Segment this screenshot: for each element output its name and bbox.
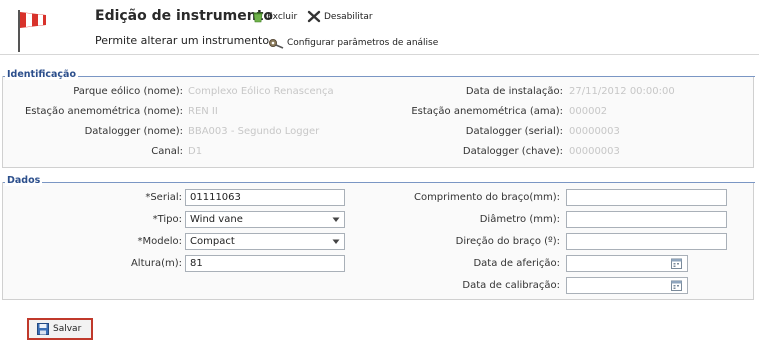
channel-label: Canal: — [151, 146, 183, 157]
station-ama-value: 000002 — [569, 106, 608, 117]
arm-length-label: Comprimento do braço(mm): — [413, 192, 560, 203]
height-label: Altura(m): — [130, 258, 182, 269]
save-label: Salvar — [53, 324, 82, 334]
close-x-icon — [307, 10, 321, 23]
save-button[interactable]: Salvar — [27, 318, 93, 340]
calibration-date-label: Data de calibração: — [462, 280, 560, 291]
calendar-icon[interactable] — [671, 280, 682, 291]
arm-direction-label: Direção do braço (º): — [455, 236, 560, 247]
datalogger-serial-value: 00000003 — [569, 126, 620, 137]
calendar-icon[interactable] — [671, 258, 682, 269]
datalogger-key-label: Datalogger (chave): — [462, 146, 563, 157]
delete-label: Excluir — [267, 12, 298, 22]
section-border — [3, 182, 755, 183]
datalogger-key-value: 00000003 — [569, 146, 620, 157]
park-name-value: Complexo Eólico Renascença — [188, 86, 334, 97]
station-name-label: Estação anemométrica (nome): — [24, 106, 183, 117]
diameter-input[interactable] — [566, 211, 727, 228]
calibration-date-input[interactable] — [566, 277, 688, 294]
serial-label: *Serial: — [145, 192, 182, 203]
identification-section: Identificação Parque eólico (nome): Comp… — [2, 69, 755, 168]
datalogger-name-value: BBA003 - Segundo Logger — [188, 126, 320, 137]
type-select[interactable]: Wind vane — [185, 211, 345, 228]
trash-icon — [253, 12, 263, 23]
configure-analysis-button[interactable]: Configurar parâmetros de análise — [268, 37, 438, 49]
park-name-label: Parque eólico (nome): — [73, 86, 183, 97]
station-name-value: REN II — [188, 106, 218, 117]
section-border — [3, 76, 755, 77]
install-date-value: 27/11/2012 00:00:00 — [569, 86, 675, 97]
chevron-down-icon — [330, 236, 342, 247]
station-ama-label: Estação anemométrica (ama): — [411, 106, 563, 117]
model-select[interactable]: Compact — [185, 233, 345, 250]
diameter-label: Diâmetro (mm): — [479, 214, 560, 225]
disable-label: Desabilitar — [324, 11, 373, 22]
gauge-date-label: Data de aferição: — [473, 258, 560, 269]
page-subtitle: Permite alterar um instrumento — [95, 34, 270, 47]
data-legend: Dados — [5, 175, 43, 186]
serial-input[interactable] — [185, 189, 345, 206]
floppy-disk-icon — [37, 323, 49, 335]
gauge-date-input[interactable] — [566, 255, 688, 272]
datalogger-serial-label: Datalogger (serial): — [465, 126, 563, 137]
windsock-icon — [18, 10, 46, 52]
configure-analysis-label: Configurar parâmetros de análise — [287, 38, 439, 48]
header-divider — [0, 54, 759, 55]
install-date-label: Data de instalação: — [465, 86, 563, 97]
type-label: *Tipo: — [152, 214, 182, 225]
arm-length-input[interactable] — [566, 189, 727, 206]
page-title: Edição de instrumento — [95, 8, 274, 24]
height-input[interactable] — [185, 255, 345, 272]
data-section: Dados *Serial: *Tipo: Wind vane *Modelo:… — [2, 175, 755, 300]
model-select-value: Compact — [190, 236, 235, 247]
chevron-down-icon — [330, 214, 342, 225]
settings-tools-icon — [269, 39, 284, 49]
model-label: *Modelo: — [137, 236, 182, 247]
page-header: Edição de instrumento Permite alterar um… — [0, 0, 759, 58]
arm-direction-input[interactable] — [566, 233, 727, 250]
delete-button[interactable]: Excluir — [252, 11, 297, 23]
disable-button[interactable]: Desabilitar — [307, 10, 373, 23]
datalogger-name-label: Datalogger (nome): — [84, 126, 183, 137]
identification-legend: Identificação — [5, 69, 78, 80]
type-select-value: Wind vane — [190, 214, 243, 225]
channel-value: D1 — [188, 146, 203, 157]
